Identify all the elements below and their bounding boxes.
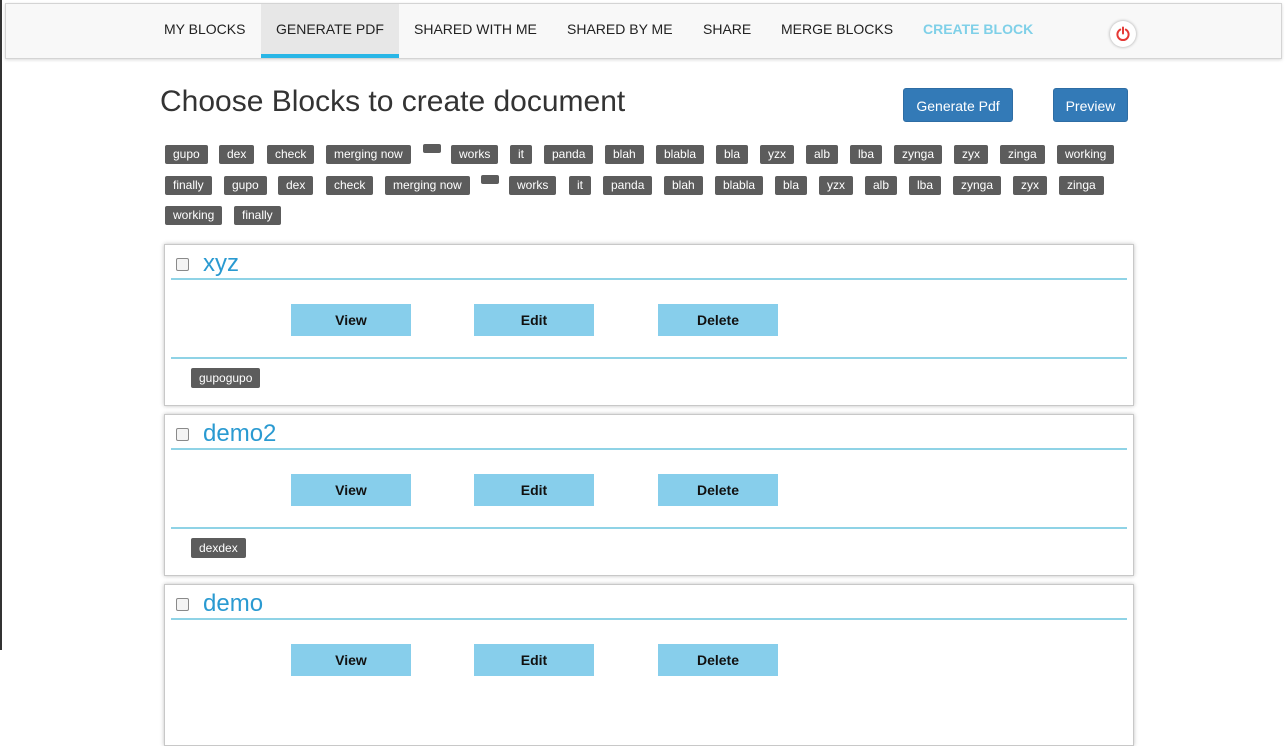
nav-shared-by-me[interactable]: SHARED BY ME [552, 4, 688, 58]
tag[interactable]: alb [806, 145, 839, 164]
tag[interactable]: dex [219, 145, 255, 164]
view-button[interactable]: View [291, 644, 411, 676]
tag[interactable]: check [267, 145, 315, 164]
tag[interactable]: works [509, 176, 557, 195]
divider [171, 618, 1127, 620]
tag[interactable]: panda [603, 176, 653, 195]
top-navbar: MY BLOCKS GENERATE PDF SHARED WITH ME SH… [5, 3, 1282, 59]
tag-empty[interactable] [423, 144, 441, 153]
divider [171, 448, 1127, 450]
tag[interactable]: merging now [385, 176, 470, 195]
block-title[interactable]: xyz [203, 249, 239, 279]
nav-share[interactable]: SHARE [688, 4, 766, 58]
divider [171, 527, 1127, 529]
tag[interactable]: lba [909, 176, 942, 195]
generate-pdf-button[interactable]: Generate Pdf [903, 88, 1013, 122]
tag[interactable]: panda [544, 145, 594, 164]
delete-button[interactable]: Delete [658, 304, 778, 336]
power-icon [1116, 26, 1130, 41]
divider [171, 357, 1127, 359]
tag[interactable]: merging now [326, 145, 411, 164]
tag[interactable]: zinga [1059, 176, 1104, 195]
block-select-checkbox[interactable] [176, 258, 189, 271]
tag[interactable]: zynga [894, 145, 943, 164]
tag[interactable]: alb [865, 176, 898, 195]
divider [171, 278, 1127, 280]
tag-empty[interactable] [481, 175, 499, 184]
tag[interactable]: zinga [1000, 145, 1045, 164]
nav-merge-blocks[interactable]: MERGE BLOCKS [766, 4, 908, 58]
tag[interactable]: yzx [760, 145, 794, 164]
tag[interactable]: blabla [715, 176, 764, 195]
view-button[interactable]: View [291, 474, 411, 506]
page-title: Choose Blocks to create document [160, 85, 626, 118]
tag[interactable]: it [510, 145, 532, 164]
nav-create-block[interactable]: CREATE BLOCK [908, 4, 1048, 58]
tag[interactable]: working [1057, 145, 1115, 164]
tag[interactable]: zynga [953, 176, 1002, 195]
block-title[interactable]: demo [203, 589, 263, 619]
delete-button[interactable]: Delete [658, 474, 778, 506]
edit-button[interactable]: Edit [474, 644, 594, 676]
block-card: xyz View Edit Delete gupogupo [164, 244, 1134, 406]
tag[interactable]: blah [664, 176, 703, 195]
tag[interactable]: bla [775, 176, 808, 195]
tag[interactable]: zyx [1013, 176, 1047, 195]
window-edge [0, 0, 2, 650]
tag[interactable]: yzx [819, 176, 853, 195]
tag[interactable]: it [569, 176, 591, 195]
tag[interactable]: working [165, 206, 223, 225]
tag[interactable]: bla [716, 145, 749, 164]
tag[interactable]: works [451, 145, 499, 164]
nav-shared-with-me[interactable]: SHARED WITH ME [399, 4, 552, 58]
tag[interactable]: gupo [224, 176, 267, 195]
tag[interactable]: blabla [656, 145, 705, 164]
tag[interactable]: blah [605, 145, 644, 164]
tag[interactable]: gupo [165, 145, 208, 164]
edit-button[interactable]: Edit [474, 304, 594, 336]
view-button[interactable]: View [291, 304, 411, 336]
nav-generate-pdf[interactable]: GENERATE PDF [261, 4, 399, 58]
block-title[interactable]: demo2 [203, 419, 276, 449]
block-card: demo View Edit Delete [164, 584, 1134, 746]
block-tag[interactable]: dexdex [191, 538, 246, 558]
tag[interactable]: zyx [954, 145, 988, 164]
block-select-checkbox[interactable] [176, 428, 189, 441]
preview-button[interactable]: Preview [1053, 88, 1128, 122]
tag[interactable]: finally [234, 206, 281, 225]
power-button[interactable] [1110, 21, 1136, 47]
tag[interactable]: lba [850, 145, 883, 164]
edit-button[interactable]: Edit [474, 474, 594, 506]
block-tag[interactable]: gupogupo [191, 368, 261, 388]
block-card: demo2 View Edit Delete dexdex [164, 414, 1134, 576]
nav-my-blocks[interactable]: MY BLOCKS [149, 4, 260, 58]
tag[interactable]: check [326, 176, 374, 195]
tag[interactable]: finally [165, 176, 212, 195]
delete-button[interactable]: Delete [658, 644, 778, 676]
block-select-checkbox[interactable] [176, 598, 189, 611]
tag[interactable]: dex [278, 176, 314, 195]
